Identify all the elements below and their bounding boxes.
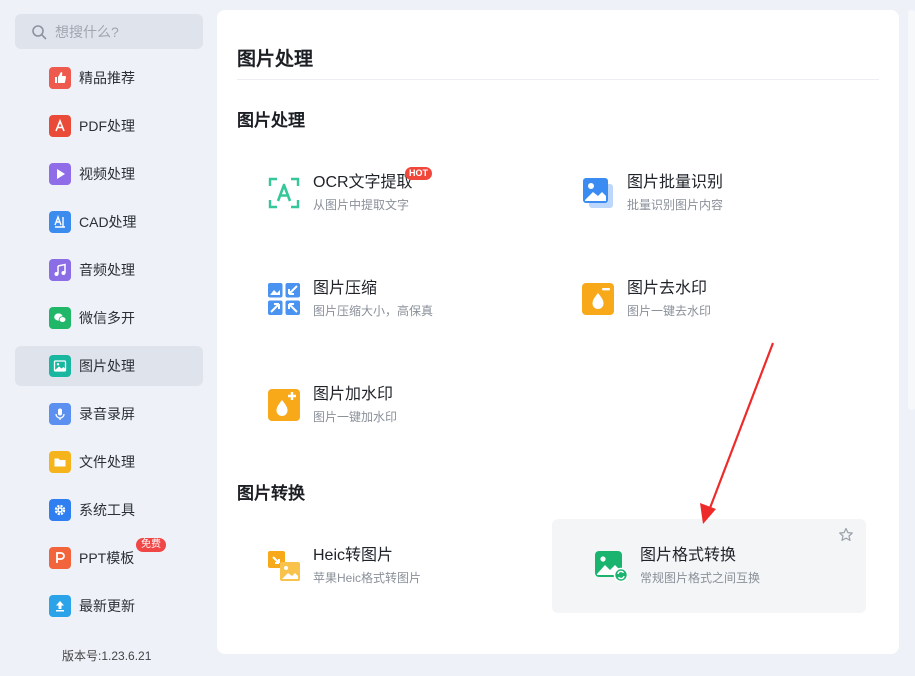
tool-desc: 图片压缩大小，高保真	[313, 304, 434, 318]
sidebar-item-wechat[interactable]: 微信多开	[15, 298, 203, 338]
sidebar-item-label: 微信多开	[79, 310, 135, 326]
tool-name: OCR文字提取	[313, 174, 413, 191]
sidebar-item-audio[interactable]: 音频处理	[15, 250, 203, 290]
add-watermark-icon	[267, 388, 301, 422]
sidebar-item-label: PDF处理	[79, 118, 135, 134]
music-icon	[49, 259, 71, 281]
sidebar-item-system[interactable]: 系统工具	[15, 490, 203, 530]
free-badge: 免费	[136, 538, 166, 552]
tool-name: 图片加水印	[313, 386, 394, 403]
cad-icon	[49, 211, 71, 233]
tool-desc: 批量识别图片内容	[627, 198, 724, 212]
tool-desc: 常规图片格式之间互换	[640, 571, 761, 585]
ppt-icon	[49, 547, 71, 569]
tool-batch-recognize[interactable]: 图片批量识别 批量识别图片内容	[533, 146, 847, 240]
ocr-icon	[267, 176, 301, 210]
sidebar-item-image[interactable]: 图片处理	[15, 346, 203, 386]
sidebar-item-updates[interactable]: 最新更新	[15, 586, 203, 626]
tool-name: 图片格式转换	[640, 547, 737, 564]
image-icon	[49, 355, 71, 377]
tool-name: 图片去水印	[627, 280, 708, 297]
heic-icon	[267, 549, 301, 583]
page-title: 图片处理	[237, 49, 314, 70]
microphone-icon	[49, 403, 71, 425]
compress-icon	[267, 282, 301, 316]
section-title-image-processing: 图片处理	[237, 111, 305, 130]
pdf-icon	[49, 115, 71, 137]
sidebar-item-label: 最新更新	[79, 598, 135, 614]
section-title-image-convert: 图片转换	[237, 484, 305, 503]
search-input[interactable]: 想搜什么?	[15, 14, 203, 49]
star-icon[interactable]	[838, 527, 854, 543]
sidebar-item-label: 系统工具	[79, 502, 135, 518]
search-placeholder: 想搜什么?	[55, 23, 119, 40]
thumbs-up-icon	[49, 67, 71, 89]
sidebar-item-ppt[interactable]: PPT模板 免费	[15, 538, 203, 578]
sidebar-item-record[interactable]: 录音录屏	[15, 394, 203, 434]
remove-watermark-icon	[581, 282, 615, 316]
tool-desc: 图片一键去水印	[627, 304, 712, 318]
tool-heic-convert[interactable]: Heic转图片 苹果Heic格式转图片	[219, 519, 533, 613]
sidebar-item-pdf[interactable]: PDF处理	[15, 106, 203, 146]
tool-desc: 图片一键加水印	[313, 410, 398, 424]
sidebar-item-recommend[interactable]: 精品推荐	[15, 58, 203, 98]
sidebar-item-label: 音频处理	[79, 262, 135, 278]
sidebar-item-file[interactable]: 文件处理	[15, 442, 203, 482]
play-icon	[49, 163, 71, 185]
tool-desc: 从图片中提取文字	[313, 198, 410, 212]
sidebar-item-label: 录音录屏	[79, 406, 135, 422]
sidebar-item-video[interactable]: 视频处理	[15, 154, 203, 194]
gear-icon	[49, 499, 71, 521]
sidebar: 想搜什么? 精品推荐 PDF处理 视频处理 CAD处理 音频处理 微信多开 图片…	[0, 0, 216, 676]
wechat-icon	[49, 307, 71, 329]
search-icon	[32, 24, 47, 39]
title-divider	[237, 79, 879, 80]
tool-name: 图片批量识别	[627, 174, 724, 191]
tool-name: 图片压缩	[313, 280, 378, 297]
hot-badge: HOT	[405, 167, 432, 180]
upload-icon	[49, 595, 71, 617]
format-convert-icon	[594, 549, 628, 583]
tool-ocr[interactable]: OCR文字提取 从图片中提取文字 HOT	[219, 146, 533, 240]
main-panel: 图片处理 图片处理 OCR文字提取 从图片中提取文字 HOT 图片批量识别 批量…	[217, 10, 899, 654]
sidebar-item-label: 精品推荐	[79, 70, 135, 86]
sidebar-item-cad[interactable]: CAD处理	[15, 202, 203, 242]
tool-desc: 苹果Heic格式转图片	[313, 571, 422, 585]
tool-remove-watermark[interactable]: 图片去水印 图片一键去水印	[533, 252, 847, 346]
tool-add-watermark[interactable]: 图片加水印 图片一键加水印	[219, 358, 533, 452]
tool-format-convert[interactable]: 图片格式转换 常规图片格式之间互换	[552, 519, 866, 613]
version-label: 版本号:1.23.6.21	[62, 649, 152, 663]
sidebar-item-label: PPT模板	[79, 550, 135, 566]
tool-compress[interactable]: 图片压缩 图片压缩大小，高保真	[219, 252, 533, 346]
scrollbar[interactable]	[908, 10, 915, 410]
sidebar-item-label: CAD处理	[79, 214, 137, 230]
sidebar-item-label: 文件处理	[79, 454, 135, 470]
folder-icon	[49, 451, 71, 473]
tool-name: Heic转图片	[313, 547, 394, 564]
batch-image-icon	[581, 176, 615, 210]
sidebar-item-label: 视频处理	[79, 166, 135, 182]
sidebar-item-label: 图片处理	[79, 358, 135, 374]
